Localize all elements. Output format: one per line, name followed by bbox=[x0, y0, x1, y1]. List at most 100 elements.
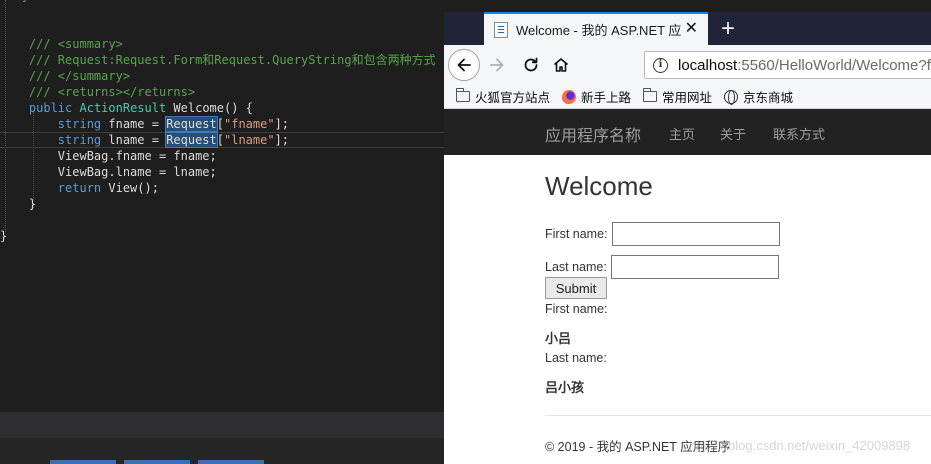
highlighted-token: Request bbox=[165, 116, 218, 132]
first-name-row: First name: bbox=[545, 222, 780, 246]
back-button[interactable] bbox=[448, 49, 480, 81]
bookmark-item[interactable]: 火狐官方站点 bbox=[456, 87, 550, 106]
nav-link-contact[interactable]: 联系方式 bbox=[773, 124, 825, 143]
bookmark-label: 火狐官方站点 bbox=[475, 91, 551, 105]
submit-button[interactable]: Submit bbox=[545, 277, 607, 299]
last-name-input[interactable] bbox=[610, 255, 779, 279]
code-token: } bbox=[0, 229, 8, 243]
url-host: localhost bbox=[678, 56, 738, 74]
first-name-output-label: First name: bbox=[545, 302, 608, 316]
arrow-right-icon bbox=[490, 58, 504, 72]
code-line[interactable]: ViewBag.fname = fname; bbox=[0, 148, 444, 164]
url-path: :5560/HelloWorld/Welcome?f bbox=[737, 56, 931, 74]
page-title: Welcome bbox=[545, 171, 653, 201]
code-line[interactable]: return View(); bbox=[0, 180, 444, 196]
code-token: string bbox=[57, 133, 102, 147]
site-brand-link[interactable]: 应用程序名称 bbox=[545, 122, 641, 146]
code-line[interactable]: /// </summary> bbox=[0, 68, 444, 84]
nav-link-home[interactable]: 主页 bbox=[669, 124, 695, 143]
code-token: /// <returns></returns> bbox=[28, 85, 196, 99]
code-line[interactable]: public ActionResult Welcome() { bbox=[0, 100, 444, 116]
watermark: https://blog.csdn.net/weixin_42009898 bbox=[689, 438, 911, 453]
code-token: "fname" bbox=[224, 117, 275, 131]
code-line[interactable]: /// <returns></returns> bbox=[0, 84, 444, 100]
code-text[interactable]: } /// <summary> /// Request:Request.Form… bbox=[0, 0, 444, 244]
last-name-row: Last name: bbox=[545, 255, 779, 279]
code-token: Welcome() { bbox=[166, 101, 253, 115]
globe-icon bbox=[724, 89, 739, 105]
code-token: lname = bbox=[101, 133, 167, 147]
bookmark-label: 新手上路 bbox=[581, 91, 632, 105]
code-token: ]; bbox=[274, 133, 290, 147]
code-line[interactable] bbox=[0, 4, 444, 20]
code-token: /// <summary> bbox=[28, 37, 123, 51]
code-token: ViewBag.lname = lname; bbox=[0, 165, 217, 179]
bookmark-item[interactable]: 京东商城 bbox=[724, 87, 793, 106]
panel-tab[interactable] bbox=[124, 460, 190, 464]
editor-scroll-area bbox=[0, 412, 444, 438]
code-token: ActionResult bbox=[79, 101, 167, 115]
code-token: [ bbox=[216, 133, 224, 147]
last-name-label: Last name: bbox=[545, 260, 607, 274]
code-line[interactable] bbox=[0, 20, 444, 36]
code-line[interactable]: } bbox=[0, 196, 444, 212]
code-line[interactable]: /// <summary> bbox=[0, 36, 444, 52]
first-name-output-value: 小吕 bbox=[545, 331, 572, 346]
code-token: } bbox=[0, 197, 37, 211]
first-name-input[interactable] bbox=[611, 222, 780, 246]
home-icon bbox=[553, 58, 569, 72]
folder-icon bbox=[643, 88, 658, 102]
code-editor[interactable]: } /// <summary> /// Request:Request.Form… bbox=[0, 0, 444, 464]
code-token: /// </summary> bbox=[28, 69, 131, 83]
web-page: 应用程序名称 主页 关于 联系方式 Welcome First name: La… bbox=[444, 109, 931, 464]
code-token: [ bbox=[216, 117, 224, 131]
code-line[interactable]: string lname = Request["lname"]; bbox=[0, 132, 444, 148]
site-navbar: 应用程序名称 主页 关于 联系方式 bbox=[444, 109, 931, 155]
footer-divider bbox=[545, 415, 931, 416]
info-icon[interactable]: i bbox=[653, 57, 668, 73]
bookmark-item[interactable]: 常用网址 bbox=[643, 87, 712, 106]
home-button[interactable] bbox=[546, 50, 576, 80]
code-line[interactable]: string fname = Request["fname"]; bbox=[0, 116, 444, 132]
reload-icon bbox=[524, 57, 538, 72]
code-token: View(); bbox=[101, 181, 159, 195]
code-token: /// Request:Request.Form和Request.QuerySt… bbox=[28, 53, 436, 67]
code-line[interactable] bbox=[0, 212, 444, 228]
firefox-icon bbox=[562, 89, 577, 104]
bookmark-item[interactable]: 新手上路 bbox=[562, 87, 631, 106]
reload-button[interactable] bbox=[516, 50, 546, 80]
first-name-label: First name: bbox=[545, 227, 608, 241]
tab-bar: Welcome - 我的 ASP.NET 应用 ✕ + bbox=[444, 12, 931, 45]
new-tab-button[interactable]: + bbox=[714, 14, 742, 44]
arrow-left-icon bbox=[457, 58, 471, 72]
page-icon bbox=[494, 21, 508, 38]
code-line[interactable]: } bbox=[0, 228, 444, 244]
bookmarks-toolbar: 火狐官方站点 新手上路 常用网址 京东商城 bbox=[444, 85, 931, 109]
panel-tab[interactable] bbox=[198, 460, 264, 464]
code-token: } bbox=[0, 0, 29, 3]
close-icon[interactable]: ✕ bbox=[685, 20, 698, 38]
code-line[interactable]: ViewBag.lname = lname; bbox=[0, 164, 444, 180]
code-token: string bbox=[57, 117, 102, 131]
bookmark-label: 常用网址 bbox=[662, 91, 713, 105]
code-token: ]; bbox=[274, 117, 290, 131]
browser-window: Welcome - 我的 ASP.NET 应用 ✕ + i localhost:… bbox=[444, 12, 931, 464]
panel-tab[interactable] bbox=[50, 460, 116, 464]
code-line[interactable]: /// Request:Request.Form和Request.QuerySt… bbox=[0, 52, 444, 68]
url-bar[interactable]: i localhost:5560/HelloWorld/Welcome?f bbox=[644, 51, 931, 79]
forward-button[interactable] bbox=[482, 50, 512, 80]
navigation-toolbar: i localhost:5560/HelloWorld/Welcome?f bbox=[444, 45, 931, 85]
code-token: "lname" bbox=[224, 133, 275, 147]
browser-tab-welcome[interactable]: Welcome - 我的 ASP.NET 应用 ✕ bbox=[484, 12, 708, 45]
nav-link-about[interactable]: 关于 bbox=[720, 124, 746, 143]
code-token: fname = bbox=[101, 117, 167, 131]
code-token: return bbox=[57, 181, 102, 195]
